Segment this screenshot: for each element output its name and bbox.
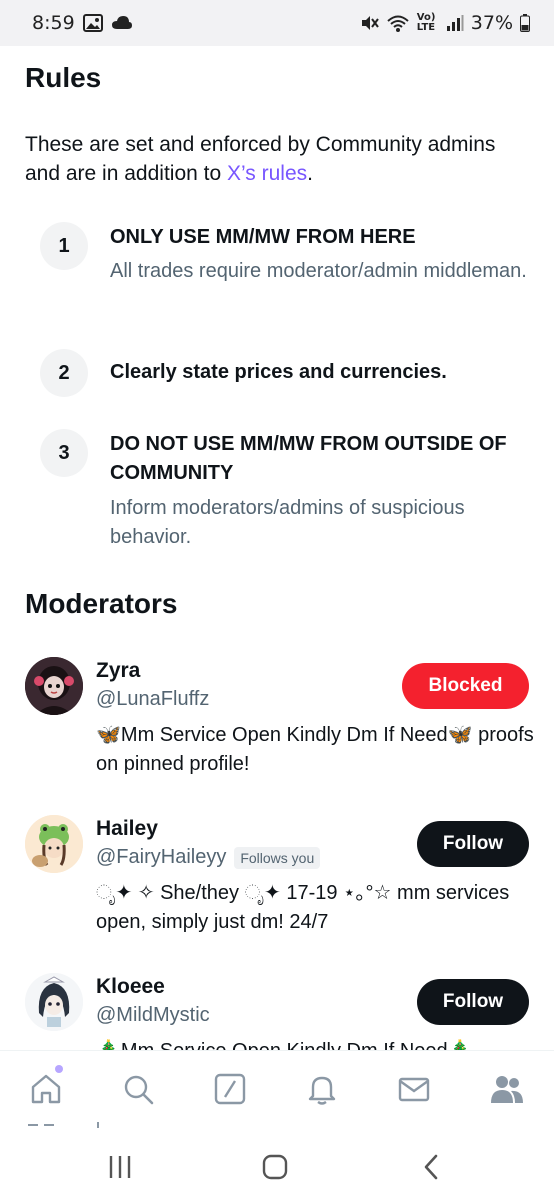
moderator-name[interactable]: Zyra xyxy=(96,659,140,683)
moderator-handle-text: @FairyHaileyy xyxy=(96,846,227,868)
follow-button[interactable]: Follow xyxy=(417,979,529,1025)
gallery-icon xyxy=(82,14,103,32)
partial-label xyxy=(28,1119,108,1129)
system-nav xyxy=(0,1134,554,1200)
follows-you-badge: Follows you xyxy=(234,846,321,869)
rule-description: All trades require moderator/admin middl… xyxy=(110,260,527,282)
home-icon[interactable] xyxy=(28,1071,64,1107)
recent-apps-icon[interactable] xyxy=(105,1152,135,1182)
cloud-icon xyxy=(111,15,133,31)
home-button-icon[interactable] xyxy=(260,1152,290,1182)
rule-number: 2 xyxy=(40,349,88,397)
rules-intro: These are set and enforced by Community … xyxy=(25,130,535,188)
community-info: Rules These are set and enforced by Comm… xyxy=(0,46,554,1050)
follow-button[interactable]: Follow xyxy=(417,821,529,867)
network-label: Vo) LTE xyxy=(416,12,436,33)
x-rules-link[interactable]: X’s rules xyxy=(227,162,307,185)
rules-intro-end: . xyxy=(307,162,313,185)
bottom-nav xyxy=(0,1050,554,1134)
wifi-icon xyxy=(386,13,410,33)
grok-icon[interactable] xyxy=(212,1071,248,1107)
moderator-bio: ೃ✦ ✧ She/they ೃ✦ 17-19 ⋆｡°☆ mm services … xyxy=(96,882,510,933)
moderator-handle-text: @MildMystic xyxy=(96,1004,210,1026)
status-bar: 8:59 Vo) LTE 37% xyxy=(0,0,554,46)
battery-level: 37% xyxy=(470,12,513,34)
rule-number: 1 xyxy=(40,222,88,270)
rule-title: Clearly state prices and currencies. xyxy=(110,361,447,383)
rule-description: Inform moderators/admins of suspicious b… xyxy=(110,497,465,548)
messages-icon[interactable] xyxy=(396,1071,432,1107)
moderator-name[interactable]: Kloeee xyxy=(96,975,165,999)
rule-title: ONLY USE MM/MW FROM HERE xyxy=(110,226,416,248)
moderator-handle[interactable]: @MildMystic xyxy=(96,1004,210,1027)
search-icon[interactable] xyxy=(120,1071,156,1107)
notifications-icon[interactable] xyxy=(304,1071,340,1107)
signal-icon xyxy=(446,14,464,32)
back-icon[interactable] xyxy=(416,1152,446,1182)
moderator-name[interactable]: Hailey xyxy=(96,817,158,841)
status-time: 8:59 xyxy=(32,12,75,34)
rules-heading: Rules xyxy=(25,62,102,93)
battery-icon xyxy=(520,14,530,32)
rule-number: 3 xyxy=(40,429,88,477)
notification-dot xyxy=(55,1065,63,1073)
moderator-handle[interactable]: @LunaFluffz xyxy=(96,688,209,711)
avatar[interactable] xyxy=(25,815,83,873)
moderator-bio: 🦋Mm Service Open Kindly Dm If Need🦋 proo… xyxy=(96,724,534,775)
moderator-bio: 🎄Mm Service Open Kindly Dm If Need🎄 xyxy=(96,1037,536,1050)
communities-icon[interactable] xyxy=(489,1071,525,1107)
rule-title: DO NOT USE MM/MW FROM OUTSIDE OF COMMUNI… xyxy=(110,433,507,484)
avatar[interactable] xyxy=(25,657,83,715)
avatar[interactable] xyxy=(25,973,83,1031)
blocked-button[interactable]: Blocked xyxy=(402,663,529,709)
mute-icon xyxy=(359,13,379,33)
moderator-handle-text: @LunaFluffz xyxy=(96,688,210,710)
moderator-handle[interactable]: @FairyHaileyy Follows you xyxy=(96,846,321,869)
moderators-heading: Moderators xyxy=(25,588,178,619)
